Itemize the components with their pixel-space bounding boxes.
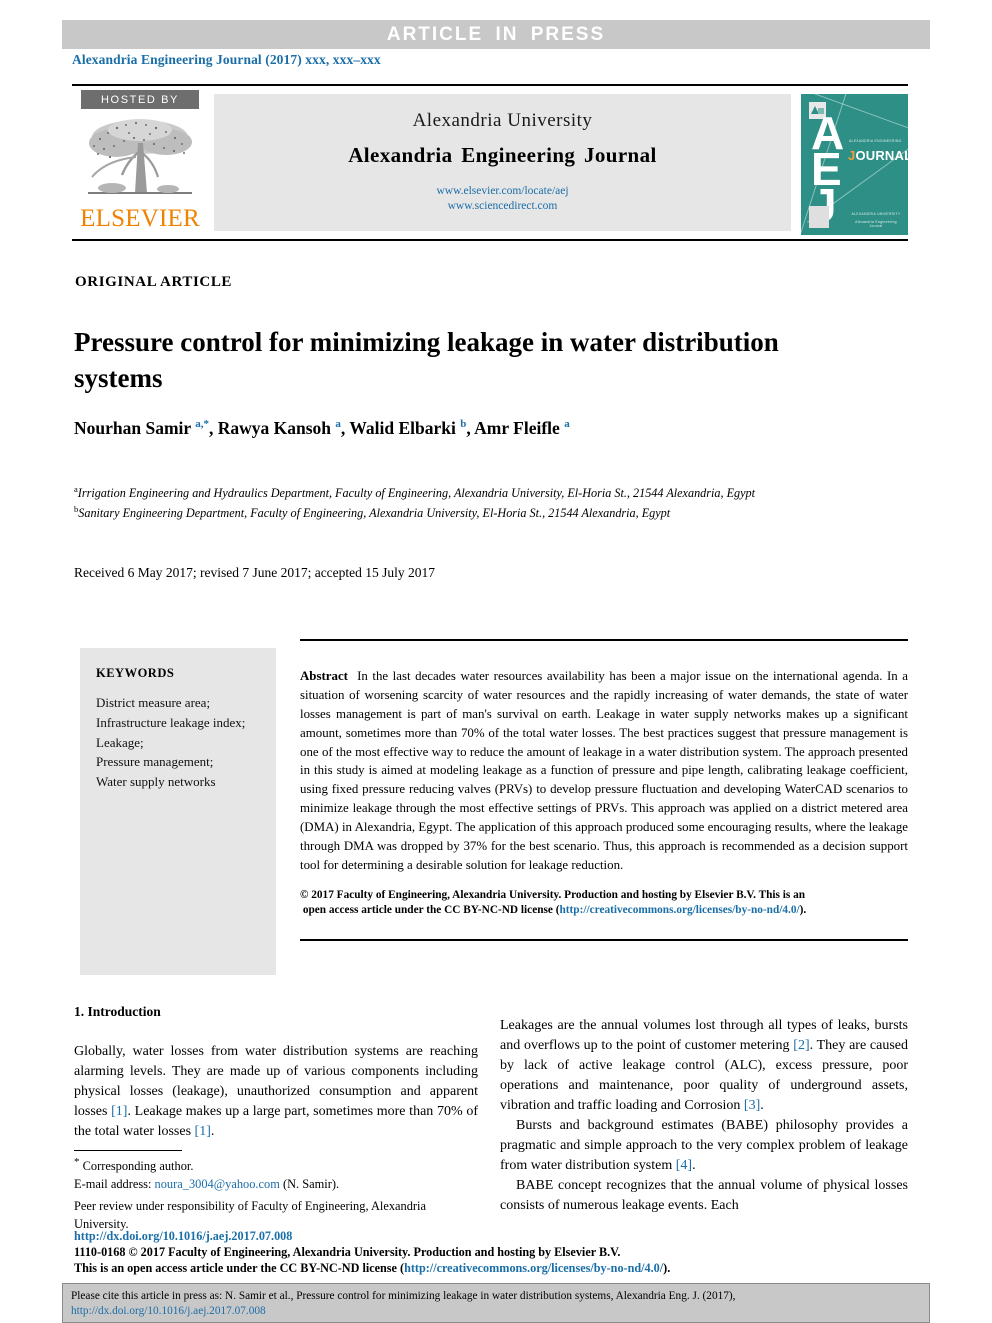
hosted-by-badge: HOSTED BY (81, 90, 199, 109)
paragraph-intro-right-2: Bursts and background estimates (BABE) p… (500, 1116, 908, 1176)
intro-right-2-pre: Bursts and background estimates (BABE) p… (500, 1118, 908, 1174)
journal-urls: www.elsevier.com/locate/aej www.scienced… (436, 184, 568, 213)
intro-left-text-mid: . Leakage makes up a large part, sometim… (74, 1104, 478, 1140)
footnote-block: * Corresponding author. E-mail address: … (74, 1150, 478, 1234)
keywords-box: KEYWORDS District measure area; Infrastr… (80, 648, 276, 975)
citation-ref-4[interactable]: [4] (676, 1158, 692, 1173)
author-list: Nourhan Samir a,*, Rawya Kansoh a, Walid… (74, 418, 570, 438)
keyword-item: District measure area; (96, 695, 211, 710)
body-column-left: 1. Introduction Globally, water losses f… (74, 993, 478, 1142)
article-in-press-label: ARTICLE IN PRESS (386, 23, 606, 45)
affiliation-a: aIrrigation Engineering and Hydraulics D… (74, 484, 755, 501)
cc-license-link-footer[interactable]: http://creativecommons.org/licenses/by-n… (404, 1261, 663, 1275)
journal-title-block: Alexandria University Alexandria Enginee… (214, 94, 791, 231)
intro-right-2-post: . (692, 1158, 696, 1174)
intro-right-text-post: . (760, 1098, 764, 1114)
abstract-copyright: © 2017 Faculty of Engineering, Alexandri… (300, 888, 908, 919)
cite-doi-link[interactable]: http://dx.doi.org/10.1016/j.aej.2017.07.… (71, 1305, 266, 1317)
citation-ref-2[interactable]: [2] (793, 1038, 809, 1053)
paragraph-intro-right-1: Leakages are the annual volumes lost thr… (500, 1016, 908, 1116)
abstract-body: Abstract In the last decades water resou… (300, 667, 908, 875)
aej-cover-image: AEJ ALEXANDRIA ENGINEERING JOURNAL ALEXA… (801, 94, 908, 235)
corresponding-author-note: * Corresponding author. (74, 1156, 194, 1174)
masthead: HOSTED BY ELSEVIER Alexandria University… (72, 84, 908, 241)
article-type-label: ORIGINAL ARTICLE (75, 274, 233, 290)
university-name: Alexandria University (412, 110, 593, 132)
keyword-item: Water supply networks (96, 774, 216, 789)
cover-journal-word: JOURNAL (848, 148, 908, 163)
copyright-line-2-pre: open access article under the CC BY-NC-N… (302, 904, 560, 917)
abstract-label: Abstract (300, 668, 348, 683)
elsevier-tree-icon (82, 113, 198, 205)
copyright-line-2-post: ). (799, 904, 807, 917)
asterisk-icon: * (74, 1156, 80, 1168)
abstract-text: In the last decades water resources avai… (300, 668, 908, 872)
page-title: Pressure control for minimizing leakage … (74, 327, 779, 393)
cite-this-article-box: Please cite this article in press as: N.… (62, 1283, 930, 1323)
email-link[interactable]: noura_3004@yahoo.com (155, 1177, 280, 1191)
email-note: E-mail address: noura_3004@yahoo.com (N.… (74, 1176, 340, 1191)
citation-ref-1a[interactable]: [1] (111, 1104, 127, 1119)
footnote-divider (74, 1150, 182, 1151)
cover-bottom-caption-2: Alexandria Engineering Journal (855, 220, 897, 228)
url-elsevier[interactable]: www.elsevier.com/locate/aej (436, 184, 568, 198)
doi-link[interactable]: http://dx.doi.org/10.1016/j.aej.2017.07.… (74, 1228, 934, 1244)
cover-top-caption: ALEXANDRIA ENGINEERING (849, 139, 902, 143)
keyword-item: Pressure management; (96, 754, 214, 770)
legal-line-2: 1110-0168 © 2017 Faculty of Engineering,… (74, 1245, 621, 1260)
url-sciencedirect[interactable]: www.sciencedirect.com (436, 199, 568, 213)
paragraph-intro-left-1: Globally, water losses from water distri… (74, 1042, 478, 1142)
footnote-text: * Corresponding author. E-mail address: … (74, 1155, 478, 1234)
journal-citation-line: Alexandria Engineering Journal (2017) xx… (72, 52, 381, 67)
affiliations: aIrrigation Engineering and Hydraulics D… (74, 483, 894, 523)
citation-ref-1b[interactable]: [1] (195, 1124, 211, 1139)
abstract-section: Abstract In the last decades water resou… (300, 639, 908, 941)
article-in-press-banner: ARTICLE IN PRESS (62, 20, 930, 49)
keywords-heading: KEYWORDS (96, 666, 175, 680)
intro-left-text-post: . (210, 1124, 215, 1140)
section-heading-introduction: 1. Introduction (74, 1004, 161, 1020)
elsevier-logo-block: HOSTED BY ELSEVIER (72, 86, 208, 239)
paragraph-intro-right-3: BABE concept recognizes that the annual … (500, 1178, 908, 1214)
keywords-list: District measure area; Infrastructure le… (96, 693, 260, 792)
article-history: Received 6 May 2017; revised 7 June 2017… (74, 565, 436, 580)
keyword-item: Leakage; (96, 734, 144, 750)
keyword-item: Infrastructure leakage index; (96, 714, 246, 730)
citation-ref-3[interactable]: [3] (744, 1098, 760, 1113)
legal-line-3: This is an open access article under the… (74, 1261, 671, 1276)
cover-publisher-logo (809, 206, 829, 228)
journal-name: Alexandria Engineering Journal (348, 143, 657, 168)
cc-license-link[interactable]: http://creativecommons.org/licenses/by-n… (560, 904, 800, 916)
cite-this-article-text: Please cite this article in press as: N.… (71, 1290, 736, 1318)
copyright-line-1: © 2017 Faculty of Engineering, Alexandri… (300, 888, 806, 901)
journal-cover-block: AEJ ALEXANDRIA ENGINEERING JOURNAL ALEXA… (801, 94, 908, 235)
cover-bottom-caption: ALEXANDRIA UNIVERSITY (851, 212, 901, 216)
affiliation-b: bSanitary Engineering Department, Facult… (74, 503, 671, 520)
legal-block: http://dx.doi.org/10.1016/j.aej.2017.07.… (74, 1228, 934, 1276)
body-column-right: Leakages are the annual volumes lost thr… (500, 1016, 908, 1216)
elsevier-wordmark: ELSEVIER (80, 205, 200, 232)
